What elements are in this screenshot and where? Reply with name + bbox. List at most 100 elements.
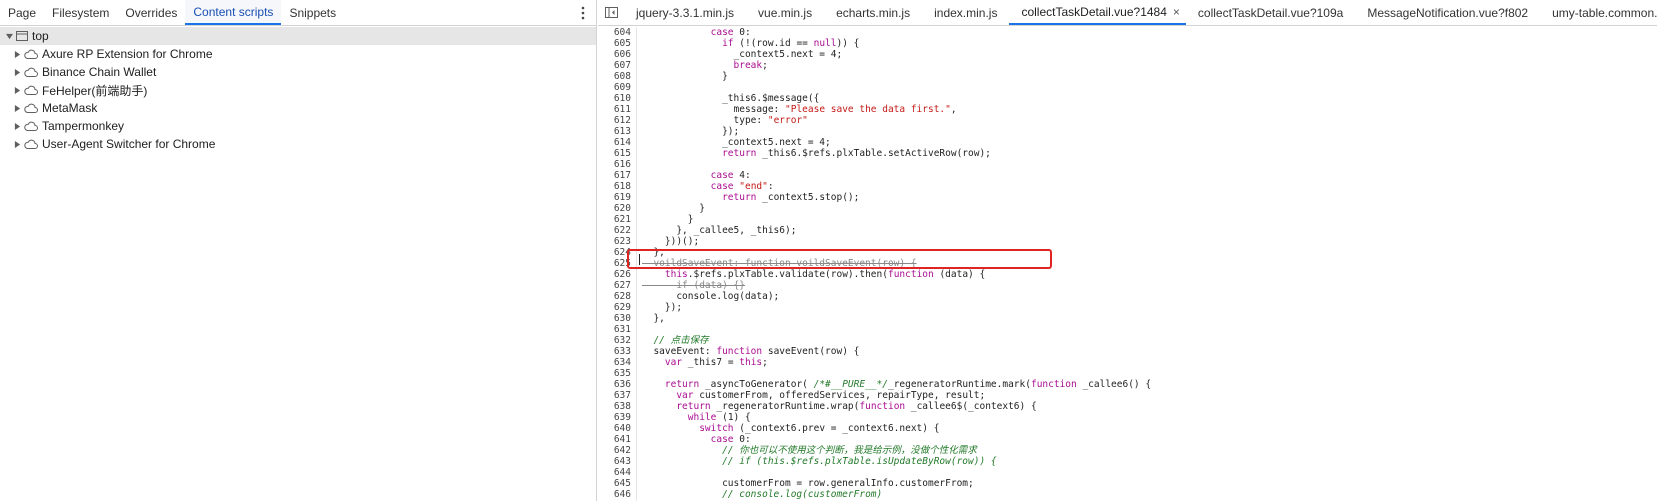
line-number[interactable]: 629 (598, 302, 634, 313)
toggle-navigator-icon[interactable] (598, 0, 624, 25)
code-line: while (1) { (642, 412, 1657, 423)
tab-overrides[interactable]: Overrides (117, 0, 185, 25)
tree-item-extension[interactable]: FeHelper(前端助手) (0, 81, 596, 99)
code-token: saveEvent: (642, 346, 717, 357)
line-number[interactable]: 606 (598, 49, 634, 60)
file-tab-label: vue.min.js (758, 5, 813, 20)
file-tab[interactable]: echarts.min.js (824, 0, 922, 25)
line-number[interactable]: 609 (598, 82, 634, 93)
code-string: "end" (739, 181, 768, 192)
code-editor[interactable]: 604 605 606 607 608 609 610 611 612 613 614 615 616 6… (598, 27, 1657, 501)
file-tab-label: jquery-3.3.1.min.js (636, 5, 735, 20)
file-tab[interactable]: jquery-3.3.1.min.js (624, 0, 746, 25)
line-number[interactable]: 607 (598, 60, 634, 71)
code-keyword: this (664, 269, 688, 280)
line-number[interactable]: 615 (598, 148, 634, 159)
close-tab-icon[interactable]: × (1173, 5, 1180, 19)
code-comment: /*#__PURE__*/ (813, 379, 888, 390)
line-number[interactable]: 642 (598, 445, 634, 456)
chevron-right-icon[interactable] (12, 67, 22, 77)
chevron-right-icon[interactable] (12, 103, 22, 113)
line-number[interactable]: 604 (598, 27, 634, 38)
cloud-icon (24, 67, 38, 77)
line-number[interactable]: 617 (598, 170, 634, 181)
code-line: // 点击保存 (642, 335, 1657, 346)
code-token: , (950, 104, 957, 115)
line-number[interactable]: 635 (598, 368, 634, 379)
chevron-right-icon[interactable] (12, 139, 22, 149)
more-options-icon[interactable] (576, 0, 590, 26)
code-token: 0: (733, 434, 751, 445)
line-number[interactable]: 620 (598, 203, 634, 214)
line-number[interactable]: 639 (598, 412, 634, 423)
file-tab[interactable]: index.min.js (922, 0, 1009, 25)
line-number[interactable]: 644 (598, 467, 634, 478)
tree-item-extension[interactable]: MetaMask (0, 99, 596, 117)
code-line: }); (642, 126, 1657, 137)
code-line: switch (_context6.prev = _context6.next)… (642, 423, 1657, 434)
line-number[interactable]: 611 (598, 104, 634, 115)
line-number[interactable]: 634 (598, 357, 634, 368)
tree-item-extension[interactable]: Axure RP Extension for Chrome (0, 45, 596, 63)
line-number[interactable]: 636 (598, 379, 634, 390)
line-number[interactable]: 637 (598, 390, 634, 401)
file-tab[interactable]: umy-table.common.js (1540, 0, 1657, 25)
file-tab[interactable]: collectTaskDetail.vue?109a (1186, 0, 1355, 25)
line-number[interactable]: 623 (598, 236, 634, 247)
line-number[interactable]: 619 (598, 192, 634, 203)
code-line: _context5.next = 4; (642, 49, 1657, 60)
line-number[interactable]: 618 (598, 181, 634, 192)
code-line: case 0: (642, 434, 1657, 445)
tab-content-scripts[interactable]: Content scripts (185, 0, 282, 25)
line-number[interactable]: 641 (598, 434, 634, 445)
line-number[interactable]: 630 (598, 313, 634, 324)
line-number[interactable]: 645 (598, 478, 634, 489)
line-number[interactable]: 621 (598, 214, 634, 225)
line-number[interactable]: 614 (598, 137, 634, 148)
file-tab[interactable]: vue.min.js (746, 0, 824, 25)
code-keyword: return (722, 148, 757, 159)
code-token: customerFrom, offeredServices, repairTyp… (693, 390, 986, 401)
line-number[interactable]: 638 (598, 401, 634, 412)
code-token: (!(row.id == (733, 38, 814, 49)
tree-item-extension[interactable]: Binance Chain Wallet (0, 63, 596, 81)
tab-filesystem[interactable]: Filesystem (44, 0, 117, 25)
chevron-right-icon[interactable] (12, 85, 22, 95)
code-token: message: (642, 104, 785, 115)
line-number[interactable]: 632 (598, 335, 634, 346)
line-number[interactable]: 633 (598, 346, 634, 357)
chevron-down-icon[interactable] (4, 31, 14, 41)
line-number[interactable]: 627 (598, 280, 634, 291)
line-number[interactable]: 610 (598, 93, 634, 104)
line-number[interactable]: 622 (598, 225, 634, 236)
tree-item-top[interactable]: top (0, 27, 596, 45)
line-number[interactable]: 605 (598, 38, 634, 49)
line-number[interactable]: 643 (598, 456, 634, 467)
file-tab-label: MessageNotification.vue?f802 (1367, 5, 1529, 20)
code-keyword: while (687, 412, 717, 423)
line-number[interactable]: 613 (598, 126, 634, 137)
line-number[interactable]: 646 (598, 489, 634, 500)
tree-item-extension[interactable]: Tampermonkey (0, 117, 596, 135)
line-number[interactable]: 631 (598, 324, 634, 335)
content-scripts-tree: top Axure RP Extension for Chrome Binance… (0, 27, 596, 153)
line-number[interactable]: 616 (598, 159, 634, 170)
tree-item-label: FeHelper(前端助手) (42, 83, 148, 98)
file-tab[interactable]: MessageNotification.vue?f802 (1355, 0, 1540, 25)
line-number[interactable]: 628 (598, 291, 634, 302)
chevron-right-icon[interactable] (12, 49, 22, 59)
chevron-right-icon[interactable] (12, 121, 22, 131)
tab-snippets[interactable]: Snippets (281, 0, 344, 25)
tab-page[interactable]: Page (0, 0, 44, 25)
line-number[interactable]: 626 (598, 269, 634, 280)
tree-item-extension[interactable]: User-Agent Switcher for Chrome (0, 135, 596, 153)
line-number[interactable]: 608 (598, 71, 634, 82)
line-number[interactable]: 640 (598, 423, 634, 434)
line-number[interactable]: 612 (598, 115, 634, 126)
file-tab[interactable]: collectTaskDetail.vue?1484 × (1009, 0, 1186, 25)
